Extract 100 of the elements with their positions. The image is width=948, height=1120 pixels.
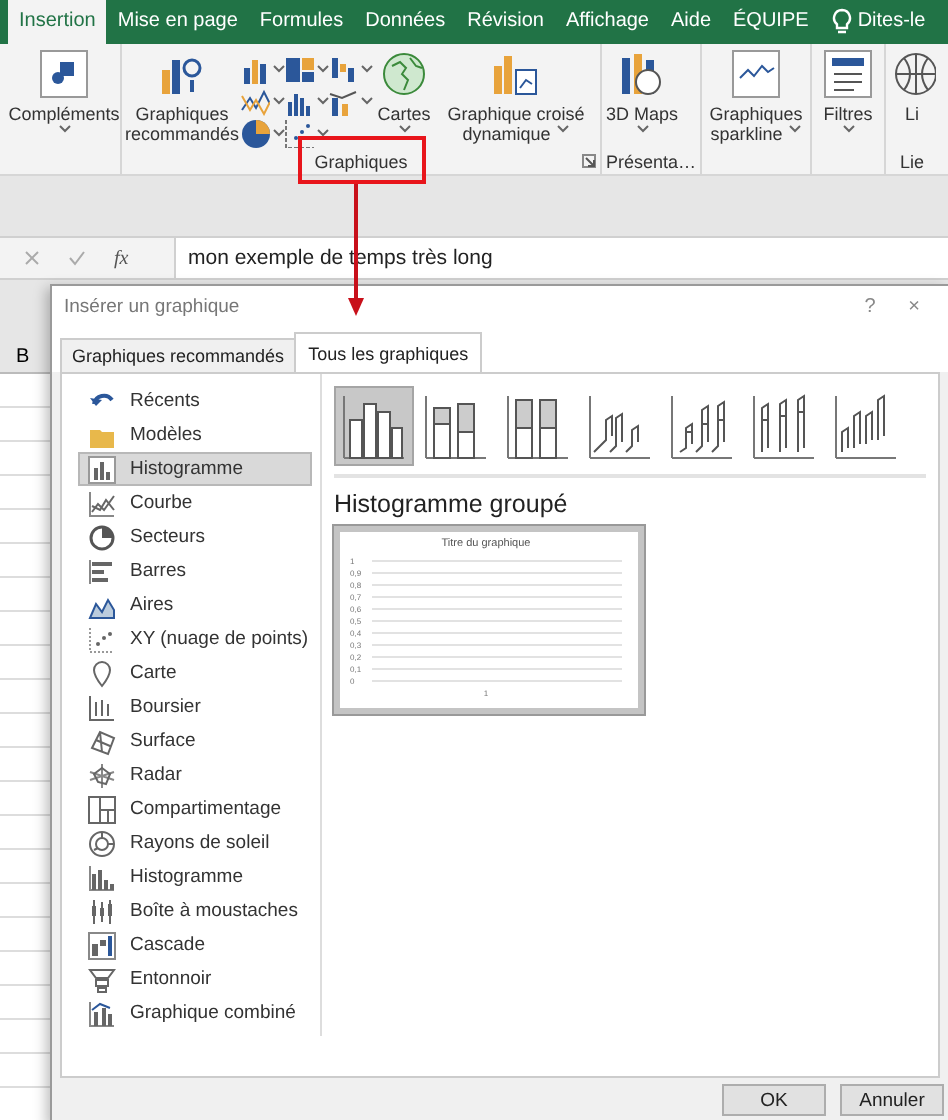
chart-type-item[interactable]: Récents [78,384,312,418]
chart-type-item[interactable]: Radar [78,758,312,792]
3d-maps-button[interactable]: 3D Maps [606,50,678,144]
scatter-chart-icon [88,625,116,653]
ribbon-tab[interactable]: Mise en page [106,0,249,44]
dialog-tab[interactable]: Tous les graphiques [294,332,483,372]
chart-type-item[interactable]: Boîte à moustaches [78,894,312,928]
caret-icon [57,124,71,134]
chart-type-item[interactable]: Histogramme [78,860,312,894]
filter-panel-icon [824,50,873,98]
pivot-chart-icon [492,50,540,98]
globe-bars-icon [618,50,666,98]
chart-subtype-button[interactable] [334,386,414,466]
waterfall-chart-icon [328,53,358,83]
globe-icon [380,50,428,98]
tell-me-search[interactable]: Dites-le [851,0,926,44]
caret-icon [316,95,330,105]
blocks-icon [40,50,88,98]
group-label: Présenta… [606,151,697,171]
line-chart-icon [88,489,116,517]
caret-icon [316,63,330,73]
filters-button[interactable]: Filtres [816,50,881,144]
subtype-title: Histogramme groupé [334,490,570,518]
3d-full-stacked-column-icon [750,392,818,460]
ribbon-tab[interactable]: Affichage [554,0,660,44]
dialog-launcher-icon[interactable] [582,154,596,168]
chart-type-item[interactable]: Modèles [78,418,312,452]
chart-type-item[interactable]: Entonnoir [78,962,312,996]
enter-icon [68,250,86,266]
chart-type-item[interactable]: Compartimentage [78,792,312,826]
waterfall-chart-icon [88,931,116,959]
links-button[interactable]: Li [890,50,935,124]
ribbon-tab[interactable]: Aide [660,0,723,44]
pie-chart-icon [240,117,270,147]
pie-chart-icon [88,523,116,551]
caret-icon [272,63,286,73]
stacked-column-icon [422,392,490,460]
radar-chart-icon [88,761,116,789]
add-ins-button[interactable]: Compléments [12,50,116,144]
dialog-title: Insérer un graphique [64,295,242,317]
dialog-button[interactable]: OK [722,1084,826,1116]
chart-type-item[interactable]: Aires [78,588,312,622]
group-label: Lie [900,151,925,171]
chart-type-item[interactable]: Boursier [78,690,312,724]
chart-type-item[interactable]: XY (nuage de points) [78,622,312,656]
hierarchy-chart-icon [284,53,314,83]
help-button[interactable]: ? [848,295,892,317]
waterfall-chart-button[interactable] [328,52,372,84]
scatter-chart-button[interactable] [284,116,328,148]
chart-type-item[interactable]: Histogramme [78,452,312,486]
ribbon-tab[interactable]: Révision [456,0,555,44]
combo-chart-icon [328,85,358,115]
line-chart-icon [240,85,270,115]
chart-type-item[interactable]: Carte [78,656,312,690]
pivot-chart-button[interactable]: Graphique croisé dynamique [436,50,596,144]
caret-icon [841,124,856,134]
chart-type-item[interactable]: Barres [78,554,312,588]
dialog-button[interactable]: Annuler [840,1084,944,1116]
close-button[interactable]: × [892,295,936,317]
lightbulb-icon [831,8,852,36]
surface-chart-icon [88,727,116,755]
chart-type-item[interactable]: Surface [78,724,312,758]
column-header: B [16,345,30,367]
highlight-frame [298,136,426,184]
column-chart-icon [88,455,116,483]
clustered-column-icon [340,392,408,460]
dialog-tab[interactable]: Graphiques recommandés [60,338,297,372]
recommended-charts-button[interactable]: Graphiques recommandés [126,50,238,144]
caret-icon [272,95,286,105]
chart-type-item[interactable]: Graphique combiné [78,996,312,1030]
caret-icon [360,63,374,73]
combo-chart-icon [88,999,116,1027]
pie-chart-button[interactable] [240,116,284,148]
ribbon-tab[interactable]: Insertion [8,0,107,44]
maps-button[interactable]: Cartes [374,50,434,144]
chart-type-item[interactable]: Courbe [78,486,312,520]
sparkline-button[interactable]: Graphiques sparkline [706,50,807,144]
scatter-chart-icon [284,117,314,147]
ribbon-tab[interactable]: Formules [248,0,355,44]
ribbon-tab[interactable]: ÉQUIPE [722,0,820,44]
cancel-icon [24,250,40,266]
full-stacked-column-icon [504,392,572,460]
insert-function-button[interactable]: fx [114,247,131,269]
group-label: Graphiques [314,151,408,171]
chart-type-item[interactable]: Secteurs [78,520,312,554]
sparkline-icon [732,50,781,98]
caret-icon [360,95,374,105]
caret-icon [555,124,570,134]
caret-icon [787,124,802,134]
caret-icon [316,127,330,137]
3d-stacked-column-icon [668,392,736,460]
map-pin-icon [88,659,116,687]
box-plot-icon [88,897,116,925]
histogram-icon [88,863,116,891]
ribbon-tab[interactable]: Données [354,0,457,44]
3d-column-icon [586,392,654,460]
hierarchy-chart-button[interactable] [284,52,328,84]
chart-type-item[interactable]: Rayons de soleil [78,826,312,860]
chart-type-item[interactable]: Cascade [78,928,312,962]
sunburst-icon [88,829,116,857]
